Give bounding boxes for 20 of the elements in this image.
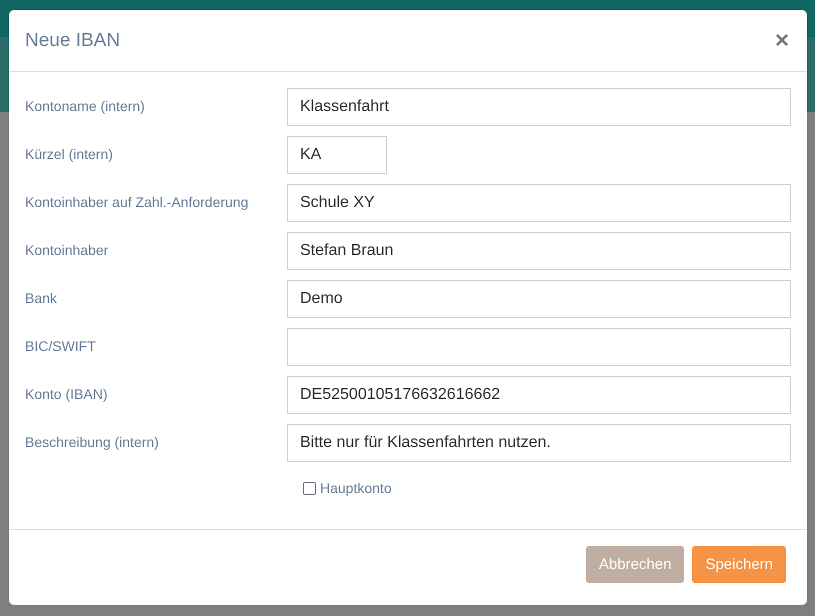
field-label: Kontoinhaber auf Zahl.-Anforderung: [25, 193, 250, 210]
field-label: Kürzel (intern): [25, 145, 114, 162]
checkbox[interactable]: [303, 482, 316, 494]
input-field[interactable]: Klassenfahrt: [287, 88, 791, 126]
input-field[interactable]: Stefan Braun: [287, 232, 791, 270]
field-label: Beschreibung (intern): [25, 433, 160, 450]
field-label: Bank: [25, 289, 58, 306]
dialog-title: Neue IBAN: [25, 30, 120, 52]
field-label: Kontoinhaber: [25, 241, 110, 258]
input-field[interactable]: DE52500105176632616662: [287, 376, 791, 414]
field-label: Konto (IBAN): [25, 385, 108, 402]
field-label: BIC/SWIFT: [25, 337, 97, 354]
checkbox-label[interactable]: Hauptkonto: [320, 480, 392, 496]
input-field[interactable]: Demo: [287, 280, 791, 318]
input-field[interactable]: KA: [287, 136, 387, 174]
input-field[interactable]: Bitte nur für Klassenfahrten nutzen.: [287, 424, 791, 462]
close-button[interactable]: ×: [772, 28, 791, 52]
input-field[interactable]: [287, 328, 791, 366]
field-label: Kontoname (intern): [25, 97, 146, 114]
input-field[interactable]: Schule XY: [287, 184, 791, 222]
